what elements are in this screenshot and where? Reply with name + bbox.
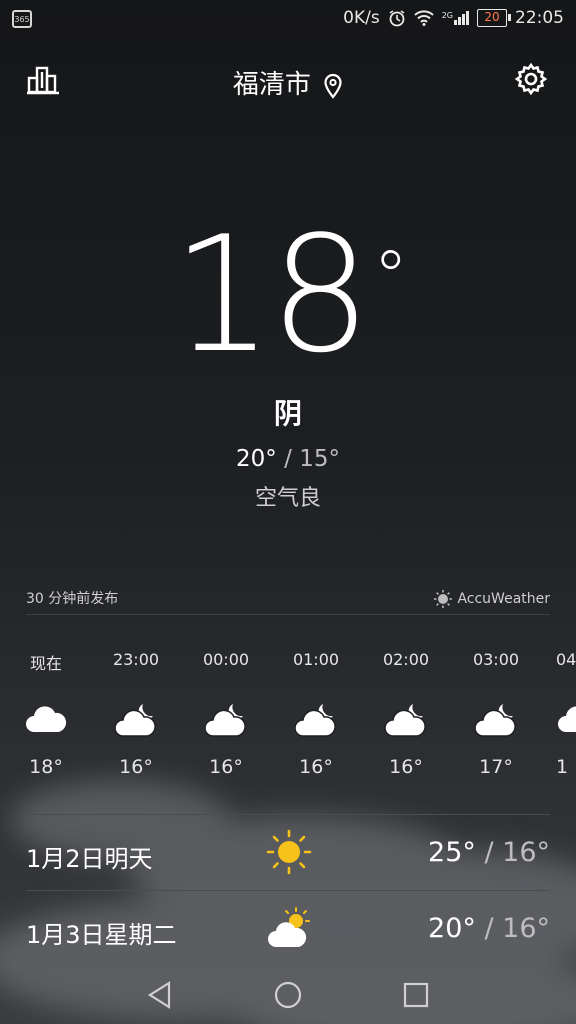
daily-row[interactable]: 1月3日星期二 20° / 16° [26, 890, 550, 967]
system-nav-bar [0, 964, 576, 1024]
current-temp-value: 18 [171, 201, 372, 388]
hour-temp: 17° [479, 756, 513, 778]
today-low: 15° [299, 446, 340, 472]
city-title[interactable]: 福清市 [0, 64, 576, 101]
hour-item: 01:00 16° [286, 650, 346, 778]
hour-item: 23:00 16° [106, 650, 166, 778]
hour-temp: 16° [389, 756, 423, 778]
calendar-app-badge: 365 [12, 10, 32, 28]
status-time: 22:05 [515, 8, 564, 28]
current-condition: 阴 [273, 397, 302, 430]
home-icon[interactable] [273, 980, 303, 1010]
provider-name: AccuWeather [457, 591, 550, 607]
day-label: 1月2日明天 [26, 845, 153, 873]
hour-temp: 16° [119, 756, 153, 778]
publish-time: 30 分钟前发布 [26, 591, 119, 607]
day-low: 16° [502, 837, 550, 868]
hour-temp: 16° [299, 756, 333, 778]
today-high: 20° [236, 446, 277, 472]
recents-icon[interactable] [401, 980, 431, 1010]
degree-symbol: ° [373, 236, 408, 318]
wifi-icon [414, 10, 434, 26]
hour-item: 04 1 [556, 650, 576, 778]
hour-time: 02:00 [382, 650, 430, 669]
battery-icon: 20 [477, 9, 511, 27]
day-high: 20° [428, 913, 476, 944]
hour-time: 00:00 [202, 650, 250, 669]
signal-icon: 2G [442, 11, 469, 25]
sun-icon [266, 829, 312, 875]
cloud-icon [558, 706, 576, 732]
hour-item: 00:00 16° [196, 650, 256, 778]
cloud-moon-icon [114, 704, 156, 737]
back-icon[interactable] [145, 980, 175, 1010]
day-label: 1月3日星期二 [26, 921, 177, 949]
cloud-icon [26, 706, 67, 732]
day-high: 25° [428, 837, 476, 868]
hourly-forecast[interactable]: 现在 18° 23:00 16° 00:00 16° 01:00 16° 02:… [0, 650, 576, 790]
hour-time: 01:00 [292, 650, 340, 669]
hour-item: 现在 18° [16, 650, 76, 778]
location-pin-icon [324, 73, 342, 99]
hour-item: 02:00 16° [376, 650, 436, 778]
status-bar: 365 0K/s 2G 20 22:05 [0, 0, 576, 38]
net-speed: 0K/s [343, 8, 380, 28]
day-temps: 25° / 16° [428, 837, 550, 868]
provider-link[interactable]: AccuWeather [434, 590, 550, 608]
hour-time: 03:00 [472, 650, 520, 669]
hour-temp: 1 [556, 756, 569, 778]
air-quality[interactable]: 空气良 [0, 480, 576, 512]
hour-time: 04 [556, 650, 576, 669]
cloud-moon-icon [294, 704, 336, 737]
status-icons: 0K/s 2G 20 22:05 [343, 8, 564, 28]
day-temps: 20° / 16° [428, 913, 550, 944]
hour-item: 03:00 17° [466, 650, 526, 778]
partly-cloudy-icon [268, 907, 310, 947]
gear-icon[interactable] [514, 62, 548, 96]
high-low: 20° / 15° [236, 446, 340, 472]
daily-row[interactable]: 1月2日明天 25° / 16° [26, 814, 550, 891]
day-low: 16° [502, 913, 550, 944]
cloud-moon-icon [384, 704, 426, 737]
city-name: 福清市 [232, 70, 311, 100]
publish-row: 30 分钟前发布 AccuWeather [26, 588, 550, 615]
hour-temp: 18° [29, 756, 63, 778]
hour-time: 现在 [29, 654, 62, 673]
current-temperature: 18° [0, 210, 576, 380]
hour-temp: 16° [209, 756, 243, 778]
header: 福清市 [0, 58, 576, 102]
network-type: 2G [441, 11, 453, 20]
hour-time: 23:00 [112, 650, 160, 669]
cloud-moon-icon [204, 704, 246, 737]
cloud-moon-icon [474, 704, 516, 737]
alarm-icon [389, 10, 405, 27]
accuweather-sun-icon [434, 590, 453, 608]
